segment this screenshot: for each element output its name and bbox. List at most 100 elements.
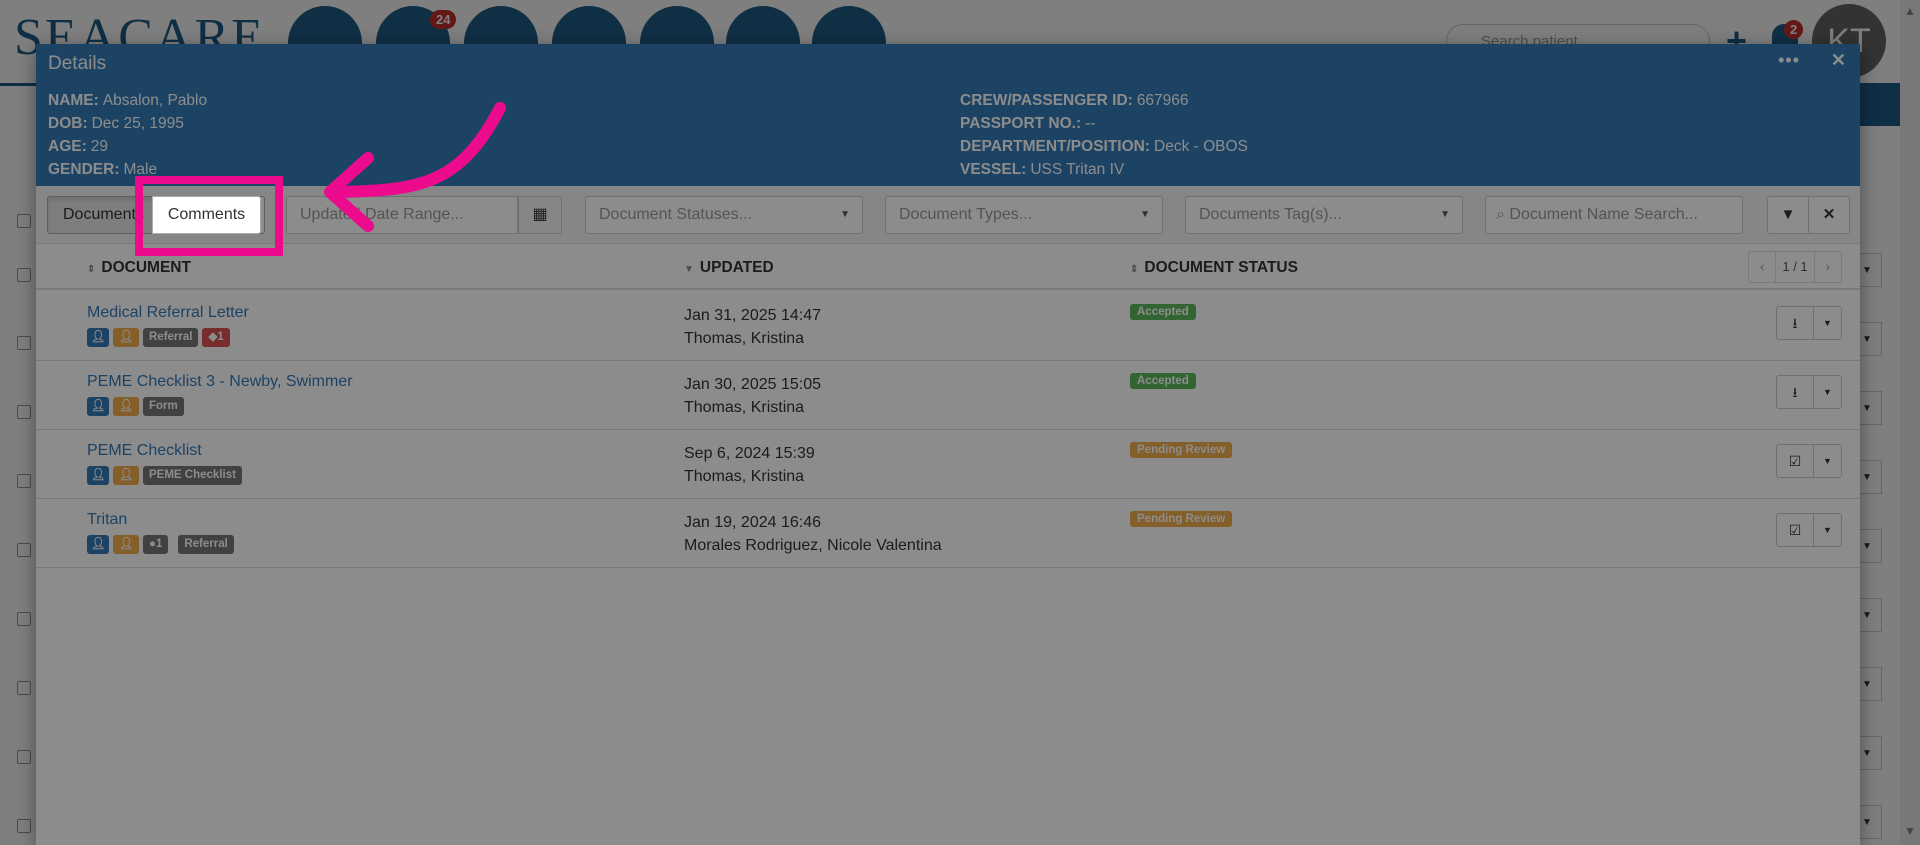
user-icon: 👤︎ [87, 397, 109, 416]
patient-age: 29 [90, 138, 108, 155]
department-label: DEPARTMENT/POSITION: [960, 138, 1151, 155]
patient-name: Absalon, Pablo [102, 92, 208, 109]
crew-id-label: CREW/PASSENGER ID: [960, 92, 1133, 109]
table-row: Medical Referral Letter 👤︎ 👤︎ Referral ◆… [36, 292, 1860, 361]
patient-info-left: NAME: Absalon, Pablo DOB: Dec 25, 1995 AGE… [48, 89, 207, 181]
column-document[interactable]: ⇕ DOCUMENT [87, 259, 191, 277]
details-modal: Details ••• ✕ NAME: Absalon, Pablo DOB: De… [36, 44, 1860, 845]
filter-toolbar: Documents Comments Updated Date Range...… [36, 186, 1860, 244]
download-icon[interactable]: ⭳ [1776, 306, 1814, 340]
passport-no: -- [1085, 115, 1096, 132]
prev-page-icon[interactable]: ‹ [1749, 252, 1775, 282]
document-tags: 👤︎ 👤︎ ● 1 Referral [87, 535, 234, 554]
calendar-icon[interactable]: ▦ [518, 196, 562, 234]
review-checkbox-icon[interactable]: ☑ [1776, 513, 1814, 547]
sort-icon: ⇕ [1130, 264, 1139, 275]
caret-down-icon: ▼ [1440, 209, 1450, 220]
sort-icon: ⇕ [87, 264, 96, 275]
search-icon: ⌕ [1496, 206, 1510, 223]
modal-header: Details ••• ✕ NAME: Absalon, Pablo DOB: De… [36, 44, 1860, 186]
passport-label: PASSPORT NO.: [960, 115, 1082, 132]
updated-cell: Jan 30, 2025 15:05 Thomas, Kristina [684, 373, 821, 419]
close-icon[interactable]: ✕ [1831, 50, 1846, 71]
row-actions: ☑ ▼ [1776, 444, 1842, 478]
crew-icon: 👤︎ [113, 397, 139, 416]
date-range-input[interactable]: Updated Date Range... [286, 196, 518, 234]
document-tags-select[interactable]: Documents Tag(s)... ▼ [1185, 196, 1463, 234]
chevron-down-icon[interactable]: ▼ [1814, 375, 1842, 409]
name-label: NAME: [48, 92, 99, 109]
tag-count: 1 [217, 331, 224, 343]
filter-icon[interactable]: ▼ [1767, 196, 1809, 234]
updated-date: Jan 31, 2025 14:47 [684, 307, 822, 324]
status-badge: Pending Review [1130, 511, 1233, 527]
updated-cell: Jan 31, 2025 14:47 Thomas, Kristina [684, 304, 821, 350]
document-tags: 👤︎ 👤︎ PEME Checklist [87, 466, 242, 485]
clear-filter-icon[interactable]: ✕ [1808, 196, 1850, 234]
updated-cell: Jan 19, 2024 16:46 Morales Rodriguez, Ni… [684, 511, 942, 557]
caret-down-icon: ▼ [1140, 209, 1150, 220]
row-actions: ⭳ ▼ [1776, 375, 1842, 409]
chevron-down-icon[interactable]: ▼ [1814, 513, 1842, 547]
user-icon: 👤︎ [87, 535, 109, 554]
updated-date: Jan 19, 2024 16:46 [684, 514, 822, 531]
document-link[interactable]: PEME Checklist 3 - Newby, Swimmer [87, 373, 353, 391]
crew-id: 667966 [1136, 92, 1189, 109]
status-badge: Accepted [1130, 304, 1196, 320]
document-name-search-input[interactable]: ⌕ Document Name Search... [1485, 196, 1743, 234]
table-header: ⇕ DOCUMENT ▼ UPDATED ⇕ DOCUMENT STATUS ‹ 1 … [36, 244, 1860, 290]
document-link[interactable]: PEME Checklist [87, 442, 202, 460]
updated-by: Thomas, Kristina [684, 330, 805, 347]
column-updated[interactable]: ▼ UPDATED [684, 259, 774, 277]
comment-count-badge: ● 1 [143, 535, 169, 554]
review-checkbox-icon[interactable]: ☑ [1776, 444, 1814, 478]
modal-title: Details [48, 53, 107, 74]
name-search-placeholder: Document Name Search... [1509, 206, 1698, 223]
updated-cell: Sep 6, 2024 15:39 Thomas, Kristina [684, 442, 815, 488]
vessel-label: VESSEL: [960, 161, 1027, 178]
table-row: PEME Checklist 3 - Newby, Swimmer 👤︎ 👤︎ … [36, 361, 1860, 430]
crew-icon: 👤︎ [113, 328, 139, 347]
document-link[interactable]: Tritan [87, 511, 127, 529]
tag-badge: PEME Checklist [143, 466, 242, 485]
download-icon[interactable]: ⭳ [1776, 375, 1814, 409]
tag-badge: Form [143, 397, 184, 416]
document-types-select[interactable]: Document Types... ▼ [885, 196, 1163, 234]
document-link[interactable]: Medical Referral Letter [87, 304, 249, 322]
table-row: Tritan 👤︎ 👤︎ ● 1 Referral Jan 19, 2024 1… [36, 499, 1860, 568]
user-icon: 👤︎ [87, 466, 109, 485]
tag-icon: ◆ [208, 331, 218, 343]
updated-by: Thomas, Kristina [684, 468, 805, 485]
age-label: AGE: [48, 138, 87, 155]
chevron-down-icon[interactable]: ▼ [1814, 306, 1842, 340]
highlight-box [135, 176, 283, 256]
dob-label: DOB: [48, 115, 88, 132]
updated-by: Thomas, Kristina [684, 399, 805, 416]
updated-by: Morales Rodriguez, Nicole Valentina [684, 537, 942, 554]
statuses-placeholder: Document Statuses... [599, 206, 752, 223]
document-statuses-select[interactable]: Document Statuses... ▼ [585, 196, 863, 234]
department: Deck - OBOS [1154, 138, 1248, 155]
document-tags: 👤︎ 👤︎ Referral ◆ 1 [87, 328, 230, 347]
crew-icon: 👤︎ [113, 466, 139, 485]
types-placeholder: Document Types... [899, 206, 1033, 223]
tag-badge: Referral [178, 535, 234, 554]
more-options-icon[interactable]: ••• [1778, 50, 1800, 71]
chevron-down-icon[interactable]: ▼ [1814, 444, 1842, 478]
caret-down-icon: ▼ [840, 209, 850, 220]
next-page-icon[interactable]: › [1815, 252, 1841, 282]
status-badge: Pending Review [1130, 442, 1233, 458]
row-actions: ⭳ ▼ [1776, 306, 1842, 340]
updated-date: Sep 6, 2024 15:39 [684, 445, 815, 462]
column-status[interactable]: ⇕ DOCUMENT STATUS [1130, 259, 1298, 277]
status-badge: Accepted [1130, 373, 1196, 389]
column-status-label: DOCUMENT STATUS [1144, 259, 1298, 276]
sort-desc-icon: ▼ [684, 264, 694, 275]
page-indicator: 1 / 1 [1775, 252, 1815, 282]
tag-badge: Referral [143, 328, 199, 347]
tags-placeholder: Documents Tag(s)... [1199, 206, 1342, 223]
table-row: PEME Checklist 👤︎ 👤︎ PEME Checklist Sep … [36, 430, 1860, 499]
patient-dob: Dec 25, 1995 [91, 115, 184, 132]
document-tags: 👤︎ 👤︎ Form [87, 397, 184, 416]
comment-icon: ● [149, 538, 156, 550]
